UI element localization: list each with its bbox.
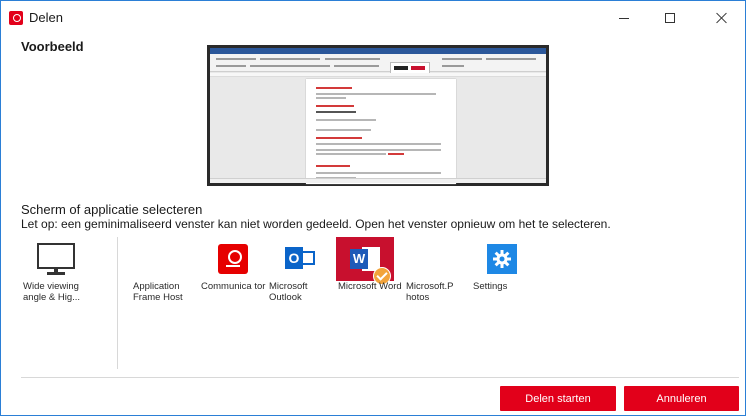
minimize-icon <box>619 17 629 19</box>
select-heading: Scherm of applicatie selecteren <box>21 202 203 217</box>
source-tile-communicator[interactable]: Communica tor <box>201 237 267 335</box>
footer-divider <box>21 377 739 378</box>
source-tile-screen[interactable]: Wide viewing angle & Hig... <box>23 237 89 335</box>
close-button[interactable] <box>699 1 745 35</box>
source-label: Communica tor <box>201 281 266 292</box>
source-tile-outlook[interactable]: O Microsoft Outlook <box>269 237 335 335</box>
source-tile-photos[interactable]: Microsoft.P hotos <box>406 237 472 335</box>
preview-label: Voorbeeld <box>21 39 84 54</box>
divider <box>117 237 118 369</box>
share-dialog: Delen Voorbeeld Scherm of applicatie sel… <box>0 0 746 416</box>
window-title: Delen <box>29 10 63 25</box>
source-label: Settings <box>473 281 508 292</box>
source-label: Microsoft Outlook <box>269 281 308 303</box>
source-label: Application Frame Host <box>133 281 183 303</box>
source-tile-word[interactable]: W Microsoft Word <box>336 237 402 335</box>
close-icon <box>716 12 728 24</box>
source-label: Microsoft Word <box>338 281 402 292</box>
outlook-icon: O <box>285 245 315 273</box>
source-tile-settings[interactable]: Settings <box>473 237 539 335</box>
cancel-button[interactable]: Annuleren <box>624 386 739 411</box>
settings-gear-icon <box>487 244 517 274</box>
vodafone-icon <box>9 11 23 25</box>
source-label: Microsoft.P hotos <box>406 281 454 303</box>
maximize-icon <box>665 13 675 23</box>
source-tile-application-frame-host[interactable]: Application Frame Host <box>133 237 199 335</box>
monitor-icon <box>37 243 75 275</box>
minimized-notice: Let op: een geminimaliseerd venster kan … <box>21 217 611 231</box>
title-bar: Delen <box>1 1 745 35</box>
minimize-button[interactable] <box>601 1 647 35</box>
source-label: Wide viewing angle & Hig... <box>23 281 81 303</box>
communicator-icon <box>218 244 248 274</box>
start-sharing-button[interactable]: Delen starten <box>500 386 616 411</box>
preview-thumbnail <box>207 45 549 186</box>
maximize-button[interactable] <box>647 1 693 35</box>
